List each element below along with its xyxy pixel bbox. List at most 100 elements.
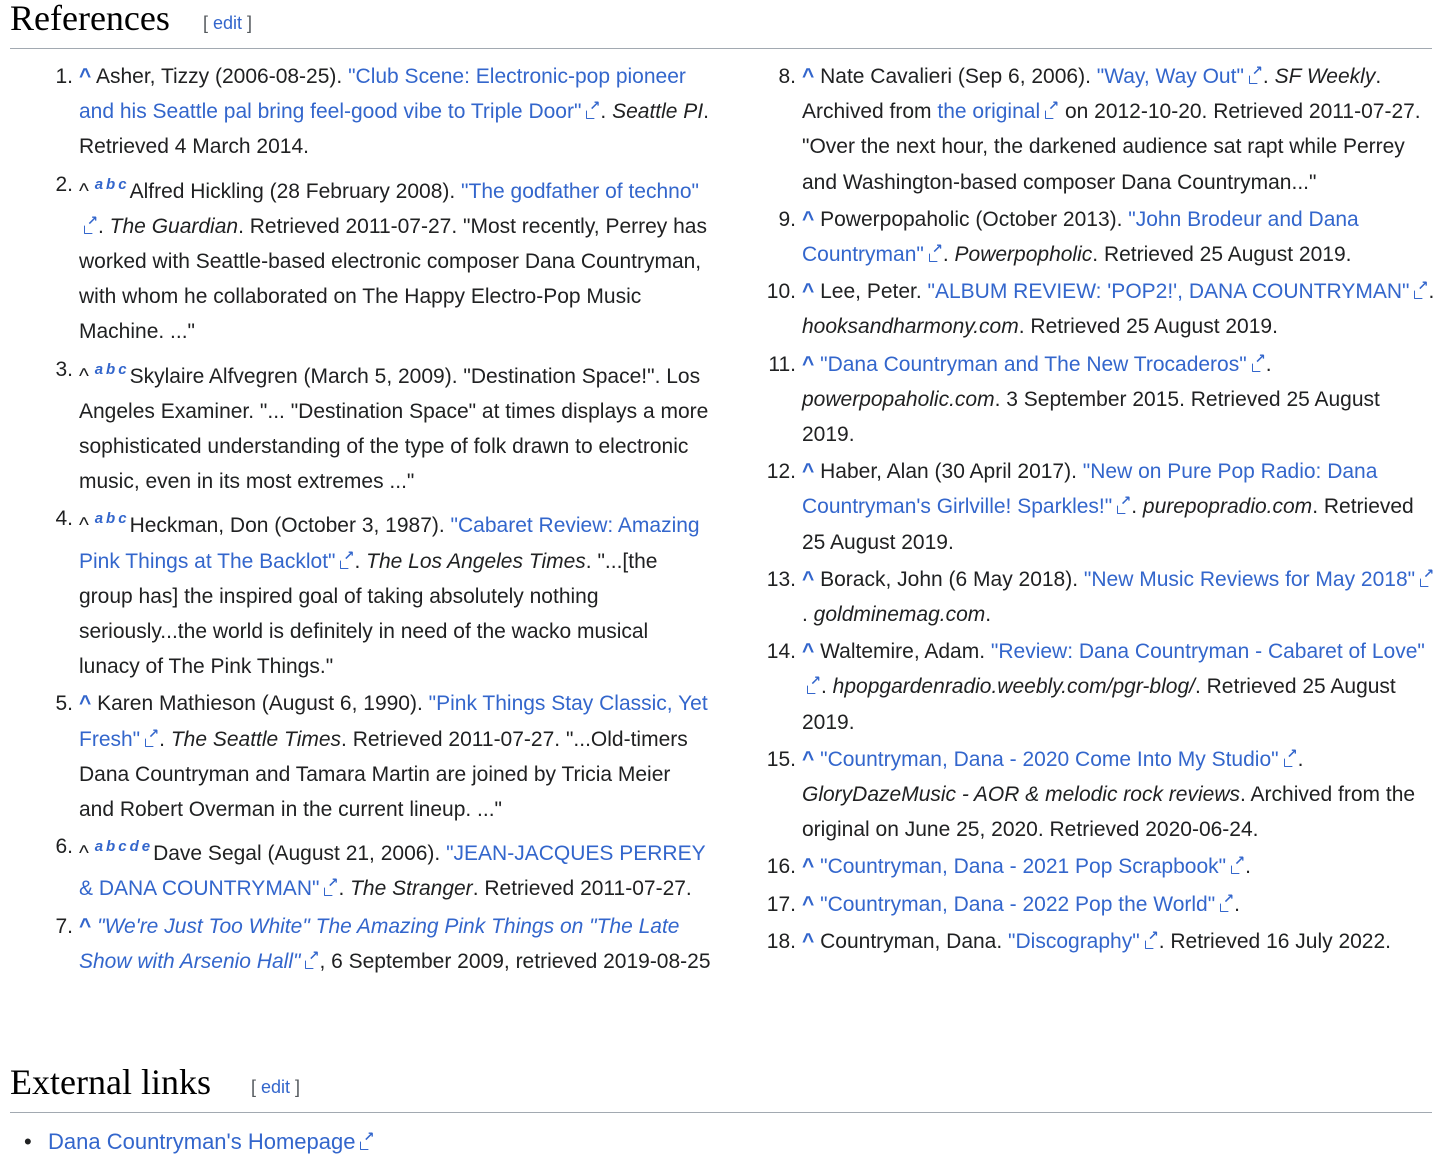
backlink-caret: ^ — [79, 364, 89, 388]
reference-item: 9. ^ Powerpopaholic (October 2013). "John… — [778, 202, 1436, 272]
external-link-icon — [1414, 279, 1428, 300]
backlink-caret: ^ — [79, 842, 89, 866]
external-links-list: Dana Countryman's Homepage — [24, 1124, 374, 1160]
reference-link[interactable]: "Way, Way Out" — [1097, 65, 1244, 88]
reference-item: 13. ^ Borack, John (6 May 2018). "New Mus… — [767, 562, 1436, 632]
reference-number: 16. — [766, 855, 796, 879]
external-link-icon — [145, 727, 159, 747]
reference-link[interactable]: "ALBUM REVIEW: 'POP2!', DANA COUNTRYMAN" — [928, 280, 1410, 303]
reference-number: 3. — [55, 357, 73, 381]
reference-text: . — [1428, 280, 1435, 304]
references-edit-link[interactable]: edit — [213, 13, 242, 33]
external-link-item: Dana Countryman's Homepage — [24, 1124, 374, 1160]
reference-item: 11. ^ "Dana Countryman and The New Trocad… — [768, 347, 1436, 453]
reference-text: . — [1297, 747, 1304, 771]
reference-item: 12. ^ Haber, Alan (30 April 2017). "New o… — [767, 454, 1436, 560]
references-list-column-2: 8. ^ Nate Cavalieri (Sep 6, 2006). "Way, … — [767, 59, 1436, 961]
external-link-icon — [807, 674, 821, 695]
backlink-caret[interactable]: ^ — [79, 915, 91, 938]
backlink-b[interactable]: b — [106, 176, 115, 193]
external-link-icon — [340, 549, 354, 569]
reference-link[interactable]: "Countryman, Dana - 2022 Pop the World" — [820, 893, 1215, 916]
publication-name: The Guardian — [109, 214, 239, 238]
backlink-c[interactable]: c — [118, 510, 126, 527]
backlink-b[interactable]: b — [106, 838, 115, 855]
external-links-edit-link[interactable]: edit — [261, 1077, 290, 1097]
reference-link[interactable]: "Dana Countryman and The New Trocaderos" — [820, 353, 1247, 376]
backlink-caret[interactable]: ^ — [802, 893, 814, 916]
backlink-caret[interactable]: ^ — [79, 65, 91, 88]
homepage-link[interactable]: Dana Countryman's Homepage — [48, 1129, 355, 1154]
backlink-a[interactable]: a — [95, 361, 103, 378]
reference-number: 4. — [55, 507, 73, 531]
backlink-b[interactable]: b — [106, 510, 115, 527]
publication-name: SF Weekly — [1274, 65, 1376, 88]
reference-text: Alfred Hickling (28 February 2008). — [129, 179, 462, 203]
reference-link[interactable]: "The godfather of techno" — [461, 180, 699, 203]
backlink-caret[interactable]: ^ — [79, 692, 91, 715]
reference-text: . Retrieved 2011-07-27. — [472, 877, 692, 901]
backlink-a[interactable]: a — [95, 838, 103, 855]
backlink-caret[interactable]: ^ — [802, 568, 814, 591]
backlink-a[interactable]: a — [95, 176, 103, 193]
reference-link[interactable]: "Countryman, Dana - 2021 Pop Scrapbook" — [820, 855, 1226, 878]
external-link-icon — [1251, 352, 1266, 372]
reference-item: 2. ^ a b c Alfred Hickling (28 February 2008… — [55, 167, 711, 350]
reference-item: 15. ^ "Countryman, Dana - 2020 Come Into … — [767, 742, 1436, 848]
external-link-icon — [305, 949, 319, 969]
reference-link[interactable]: "Discography" — [1008, 930, 1140, 953]
backlink-caret: ^ — [79, 514, 89, 538]
reference-text: . — [802, 603, 814, 627]
reference-number: 8. — [778, 65, 796, 88]
reference-link[interactable]: "New Music Reviews for May 2018" — [1084, 568, 1415, 591]
backlink-caret[interactable]: ^ — [802, 208, 814, 231]
backlink-e[interactable]: e — [142, 838, 150, 855]
backlink-b[interactable]: b — [106, 361, 115, 378]
reference-number: 18. — [766, 929, 796, 953]
external-link-icon — [1248, 64, 1263, 84]
backlink-caret[interactable]: ^ — [802, 640, 814, 663]
reference-number: 6. — [55, 835, 73, 859]
reference-text: Karen Mathieson (August 6, 1990). — [97, 692, 429, 716]
backlink-caret[interactable]: ^ — [802, 930, 814, 953]
reference-item: 8. ^ Nate Cavalieri (Sep 6, 2006). "Way, … — [778, 59, 1436, 200]
external-link-icon — [928, 242, 943, 263]
reference-number: 17. — [766, 892, 796, 916]
backlink-caret[interactable]: ^ — [802, 65, 814, 88]
external-link-icon — [1144, 929, 1159, 949]
external-link-icon — [1220, 892, 1234, 912]
backlink-caret[interactable]: ^ — [802, 855, 814, 878]
publication-name: GloryDazeMusic - AOR & melodic rock revi… — [802, 783, 1240, 807]
publication-name: Seattle PI — [612, 100, 704, 124]
external-link-icon — [1045, 99, 1059, 120]
backlink-caret[interactable]: ^ — [802, 280, 814, 303]
reference-text: . Retrieved 25 August 2019. — [1092, 243, 1352, 267]
publication-name: The Stranger — [350, 877, 473, 901]
reference-link[interactable]: "Review: Dana Countryman - Cabaret of Lo… — [991, 640, 1425, 663]
backlink-c[interactable]: c — [118, 176, 126, 193]
reference-item: 1. ^ Asher, Tizzy (2006-08-25). "Club Sce… — [55, 59, 711, 165]
backlink-a[interactable]: a — [95, 510, 103, 527]
reference-text: . — [338, 877, 351, 901]
reference-text: . — [1234, 892, 1241, 916]
publication-name: The Los Angeles Times — [366, 549, 586, 573]
reference-item: 5. ^ Karen Mathieson (August 6, 1990). "P… — [55, 686, 711, 827]
archive-original-link[interactable]: the original — [937, 100, 1040, 123]
reference-text: Waltemire, Adam. — [820, 640, 991, 664]
backlink-caret[interactable]: ^ — [802, 353, 814, 376]
backlink-caret[interactable]: ^ — [802, 748, 814, 771]
reference-text: . Retrieved 25 August 2019. — [1018, 315, 1278, 339]
external-link-icon — [1231, 854, 1245, 875]
backlink-c[interactable]: c — [118, 361, 126, 378]
backlink-c[interactable]: c — [118, 838, 126, 855]
backlink-d[interactable]: d — [130, 838, 139, 855]
references-list-column-1: 1. ^ Asher, Tizzy (2006-08-25). "Club Sce… — [55, 59, 711, 981]
publication-name: The Seattle Times — [170, 727, 342, 751]
publication-name: purepopradio.com — [1142, 495, 1313, 519]
publication-name: goldminemag.com — [813, 603, 986, 627]
reference-link[interactable]: "Countryman, Dana - 2020 Come Into My St… — [820, 748, 1278, 771]
references-edit-section: [ edit ] — [203, 13, 253, 33]
external-link-icon — [1420, 567, 1434, 587]
reference-number: 15. — [766, 747, 796, 771]
backlink-caret[interactable]: ^ — [802, 460, 814, 483]
